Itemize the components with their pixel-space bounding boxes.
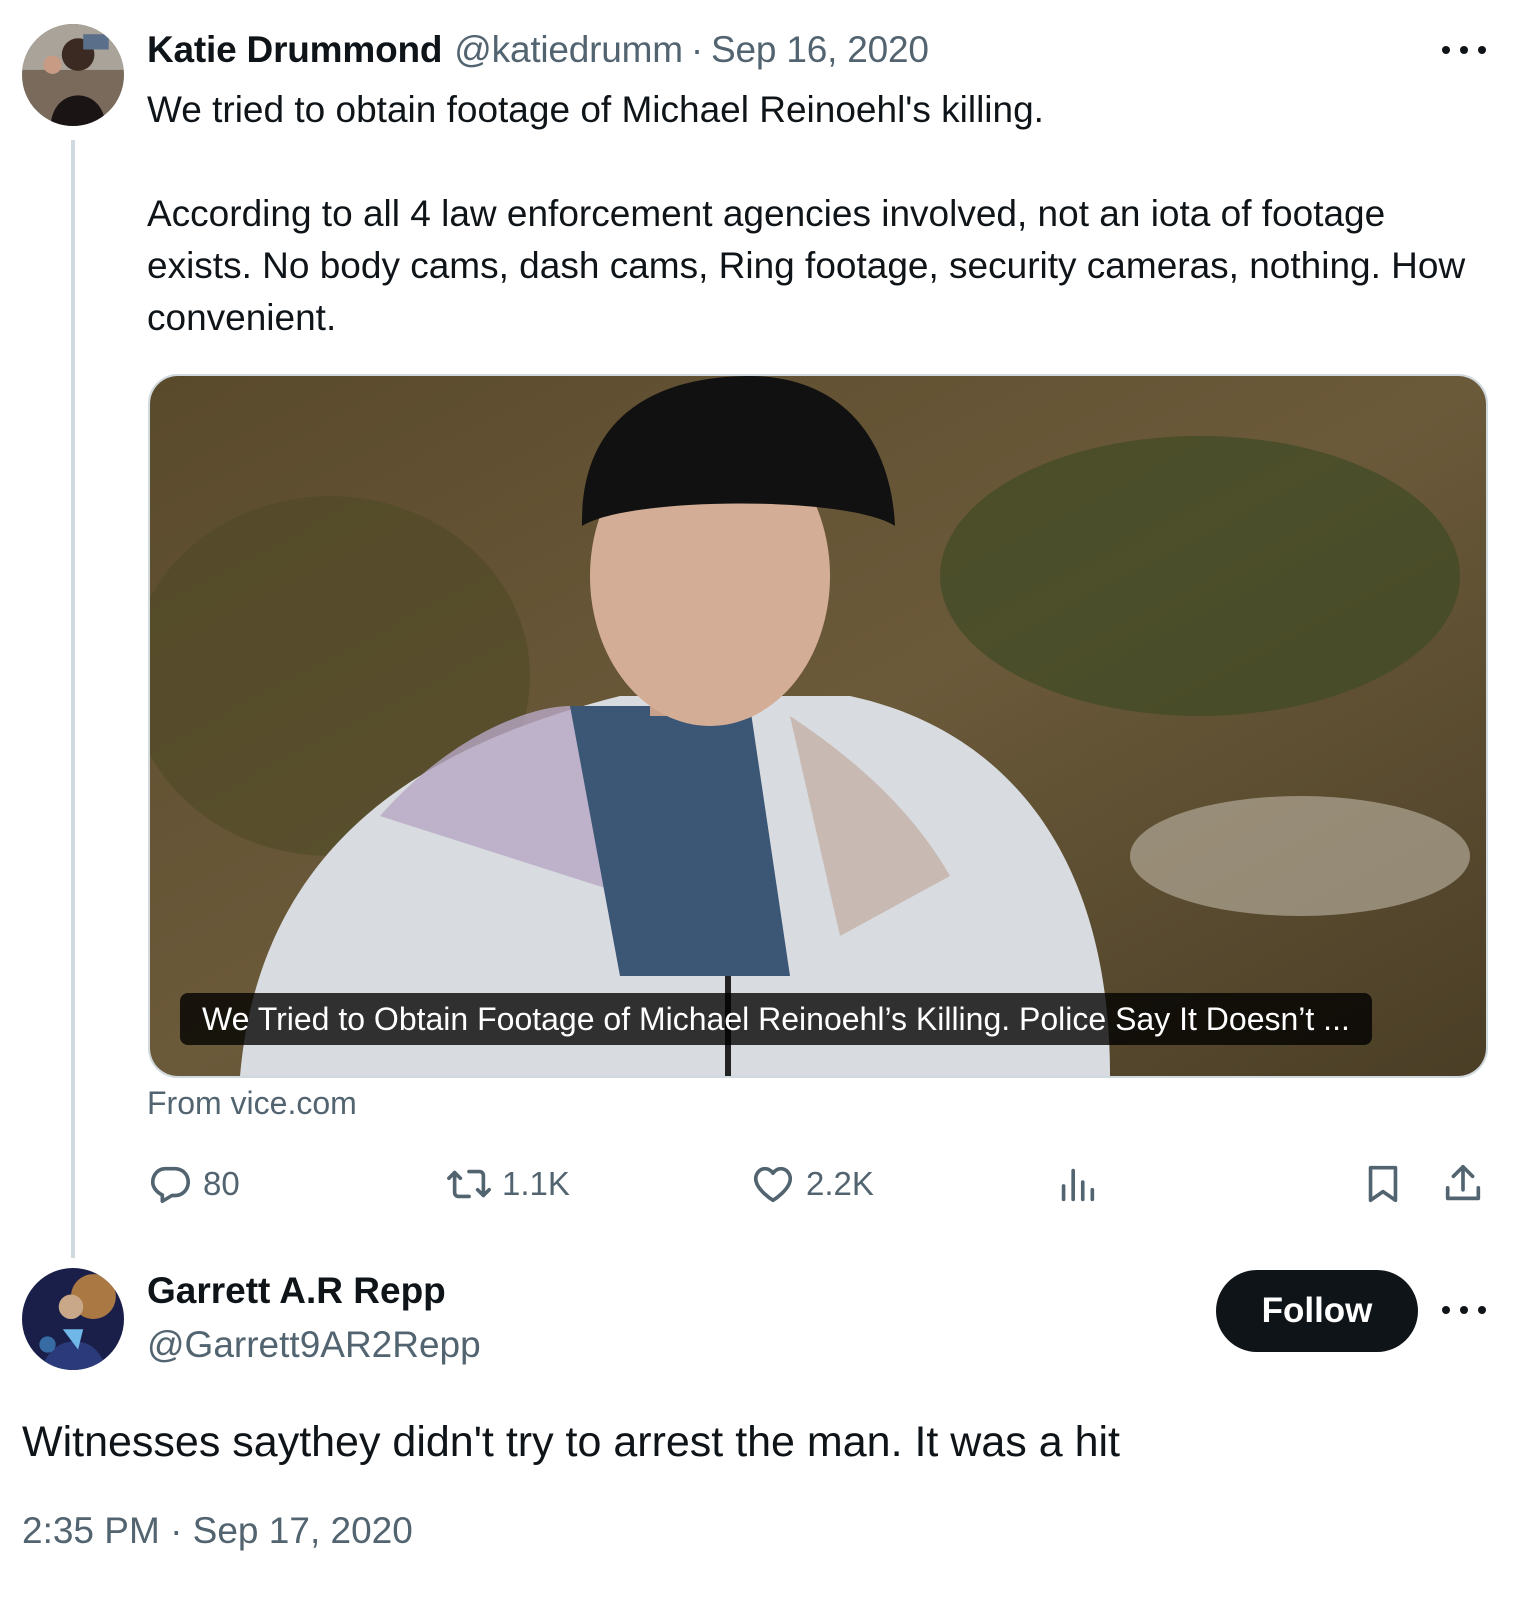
tweet-1-header: Katie Drummond @katiedrumm · Sep 16, 202… (147, 28, 929, 72)
retweet-button[interactable]: 1.1K (446, 1158, 570, 1210)
author-handle[interactable]: @katiedrumm (454, 29, 683, 71)
tweet-2-text: Witnesses saythey didn't try to arrest t… (22, 1418, 1120, 1466)
link-card[interactable]: We Tried to Obtain Footage of Michael Re… (148, 374, 1488, 1078)
card-caption: We Tried to Obtain Footage of Michael Re… (180, 993, 1372, 1045)
share-button[interactable] (1440, 1158, 1486, 1210)
bookmark-icon (1368, 1165, 1398, 1203)
views-chart-icon (1061, 1168, 1095, 1202)
reply-icon (150, 1166, 191, 1204)
tweet-1-text: We tried to obtain footage of Michael Re… (147, 89, 1466, 338)
thread-line (71, 140, 75, 1258)
author-name[interactable]: Garrett A.R Repp (147, 1270, 446, 1312)
more-icon[interactable] (1442, 40, 1486, 60)
separator-dot: · (690, 29, 704, 70)
like-button[interactable]: 2.2K (750, 1158, 874, 1210)
card-source[interactable]: From vice.com (147, 1085, 357, 1122)
bookmark-button[interactable] (1360, 1158, 1406, 1210)
card-thumbnail-image (150, 376, 1486, 1076)
heart-icon (753, 1166, 793, 1203)
author-handle[interactable]: @Garrett9AR2Repp (147, 1324, 481, 1366)
avatar-image (22, 1268, 124, 1370)
reply-count: 80 (203, 1165, 240, 1202)
tweet-timestamp[interactable]: 2:35 PM · Sep 17, 2020 (22, 1510, 413, 1552)
follow-button[interactable]: Follow (1216, 1270, 1418, 1352)
retweet-icon (447, 1169, 491, 1199)
tweet-date[interactable]: Sep 16, 2020 (711, 29, 929, 71)
share-icon (1445, 1164, 1481, 1201)
avatar-garrett-repp[interactable] (22, 1268, 124, 1370)
retweet-count: 1.1K (502, 1165, 570, 1202)
author-name[interactable]: Katie Drummond (147, 29, 442, 71)
views-button[interactable] (1054, 1158, 1100, 1210)
like-count: 2.2K (806, 1165, 874, 1202)
avatar-katie-drummond[interactable] (22, 24, 124, 126)
more-icon[interactable] (1442, 1300, 1486, 1320)
reply-button[interactable]: 80 (147, 1158, 240, 1210)
avatar-image (22, 24, 124, 126)
